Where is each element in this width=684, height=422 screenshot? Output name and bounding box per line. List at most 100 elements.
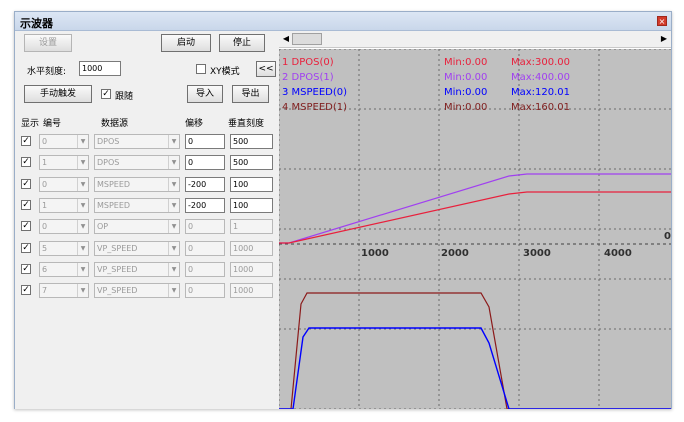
row-source-select[interactable]: MSPEED ▼: [94, 198, 180, 213]
xy-mode-label: XY模式: [210, 67, 240, 77]
row-source-select[interactable]: MSPEED ▼: [94, 177, 180, 192]
row-id-select[interactable]: 5 ▼: [39, 241, 89, 256]
header-vscale: 垂直刻度: [228, 119, 265, 129]
legend-min: Min:0.00: [444, 72, 487, 83]
row-offset-input[interactable]: 0: [185, 155, 225, 170]
h-scale-input[interactable]: 1000: [79, 61, 121, 76]
row-offset-input[interactable]: 0: [185, 241, 225, 256]
x-tick-label: 4000: [604, 248, 632, 259]
row-offset-input[interactable]: 0: [185, 219, 225, 234]
legend-max: Max:400.00: [511, 72, 570, 83]
chevron-down-icon: ▼: [168, 156, 179, 169]
row-show-checkbox[interactable]: ✓: [21, 243, 31, 253]
row-show-checkbox[interactable]: ✓: [21, 179, 31, 189]
row-vscale-input[interactable]: 1: [230, 219, 273, 234]
follow-checkbox[interactable]: ✓: [101, 89, 111, 99]
row-source-value: MSPEED: [97, 201, 131, 210]
row-show-checkbox[interactable]: ✓: [21, 264, 31, 274]
collapse-button[interactable]: <<: [256, 61, 276, 77]
row-show-checkbox[interactable]: ✓: [21, 136, 31, 146]
scroll-right-icon[interactable]: ▶: [658, 33, 670, 45]
row-source-value: VP_SPEED: [97, 286, 138, 295]
row-vscale-input[interactable]: 500: [230, 134, 273, 149]
import-button[interactable]: 导入: [187, 85, 223, 103]
row-source-value: MSPEED: [97, 180, 131, 189]
row-id-value: 6: [42, 265, 48, 274]
row-source-select[interactable]: OP ▼: [94, 219, 180, 234]
chevron-down-icon: ▼: [168, 178, 179, 191]
row-show-checkbox[interactable]: ✓: [21, 285, 31, 295]
legend-min: Min:0.00: [444, 57, 487, 68]
legend-channel-name: 1 DPOS(0): [282, 57, 334, 68]
horizontal-scrollbar[interactable]: ◀ ▶: [279, 31, 671, 48]
chevron-down-icon: ▼: [77, 284, 88, 297]
row-source-value: VP_SPEED: [97, 244, 138, 253]
row-show-checkbox[interactable]: ✓: [21, 157, 31, 167]
h-scale-label: 水平刻度:: [27, 67, 67, 77]
header-id: 编号: [43, 119, 62, 129]
chevron-down-icon: ▼: [168, 220, 179, 233]
row-source-select[interactable]: DPOS ▼: [94, 155, 180, 170]
chevron-down-icon: ▼: [77, 156, 88, 169]
row-source-select[interactable]: VP_SPEED ▼: [94, 262, 180, 277]
legend-channel-name: 2 DPOS(1): [282, 72, 334, 83]
row-source-select[interactable]: VP_SPEED ▼: [94, 283, 180, 298]
row-id-value: 1: [42, 158, 48, 167]
legend-max: Max:120.01: [511, 87, 570, 98]
row-show-checkbox[interactable]: ✓: [21, 200, 31, 210]
row-id-select[interactable]: 1 ▼: [39, 198, 89, 213]
scope-canvas: 1 DPOS(0) Min:0.00 Max:300.00 2 DPOS(1) Min:…: [278, 48, 671, 410]
row-offset-input[interactable]: -200: [185, 198, 225, 213]
chevron-down-icon: ▼: [77, 242, 88, 255]
manual-trigger-button[interactable]: 手动触发: [24, 85, 92, 103]
row-offset-input[interactable]: 0: [185, 134, 225, 149]
export-button[interactable]: 导出: [232, 85, 269, 103]
row-id-value: 0: [42, 137, 48, 146]
chevron-down-icon: ▼: [168, 284, 179, 297]
row-vscale-input[interactable]: 100: [230, 198, 273, 213]
row-source-select[interactable]: VP_SPEED ▼: [94, 241, 180, 256]
scope-plot[interactable]: 1 DPOS(0) Min:0.00 Max:300.00 2 DPOS(1) Min:…: [278, 48, 671, 410]
chevron-down-icon: ▼: [77, 220, 88, 233]
xy-mode-checkbox[interactable]: [196, 64, 206, 74]
window-title: 示波器: [20, 17, 53, 30]
scope-display: ◀ ▶ 1 DPOS(0) Min:0.00 Max:300.00 2 DPOS(1)…: [278, 31, 671, 410]
row-id-select[interactable]: 7 ▼: [39, 283, 89, 298]
row-source-value: DPOS: [97, 137, 120, 146]
chevron-down-icon: ▼: [168, 199, 179, 212]
row-id-select[interactable]: 0 ▼: [39, 219, 89, 234]
row-vscale-input[interactable]: 1000: [230, 283, 273, 298]
row-vscale-input[interactable]: 100: [230, 177, 273, 192]
stop-button[interactable]: 停止: [219, 34, 265, 52]
row-source-select[interactable]: DPOS ▼: [94, 134, 180, 149]
row-id-select[interactable]: 6 ▼: [39, 262, 89, 277]
row-vscale-input[interactable]: 500: [230, 155, 273, 170]
follow-label: 跟随: [115, 92, 134, 102]
legend-channel-name: 4 MSPEED(1): [282, 102, 347, 113]
row-id-select[interactable]: 0 ▼: [39, 134, 89, 149]
chevron-down-icon: ▼: [77, 199, 88, 212]
settings-button[interactable]: 设置: [24, 34, 72, 52]
title-bar[interactable]: 示波器 ×: [15, 12, 671, 31]
close-button[interactable]: ×: [657, 16, 667, 26]
row-source-value: OP: [97, 222, 109, 231]
scroll-thumb[interactable]: [292, 33, 322, 45]
control-panel: 设置 启动 停止 水平刻度: 1000 XY模式 << 手动触发 ✓ 跟随 导入…: [15, 31, 279, 409]
row-vscale-input[interactable]: 1000: [230, 241, 273, 256]
scroll-left-icon[interactable]: ◀: [280, 33, 292, 45]
row-id-value: 7: [42, 286, 48, 295]
legend-channel-name: 3 MSPEED(0): [282, 87, 347, 98]
row-offset-input[interactable]: -200: [185, 177, 225, 192]
x-tick-label: 3000: [523, 248, 551, 259]
row-show-checkbox[interactable]: ✓: [21, 221, 31, 231]
row-offset-input[interactable]: 0: [185, 283, 225, 298]
x-tick-label: 1000: [361, 248, 389, 259]
row-id-value: 1: [42, 201, 48, 210]
row-source-value: DPOS: [97, 158, 120, 167]
row-vscale-input[interactable]: 1000: [230, 262, 273, 277]
row-id-select[interactable]: 0 ▼: [39, 177, 89, 192]
row-id-value: 0: [42, 222, 48, 231]
row-id-select[interactable]: 1 ▼: [39, 155, 89, 170]
start-button[interactable]: 启动: [161, 34, 211, 52]
row-offset-input[interactable]: 0: [185, 262, 225, 277]
